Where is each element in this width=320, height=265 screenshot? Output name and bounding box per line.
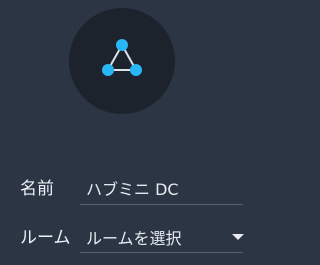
chevron-down-icon[interactable] [232, 234, 244, 240]
room-select-placeholder: ルームを選択 [86, 229, 182, 248]
name-field-underline [80, 204, 243, 205]
hub-avatar [69, 8, 175, 114]
room-label: ルーム [20, 228, 71, 248]
name-field[interactable]: ハブミニ DC [86, 180, 179, 200]
name-label: 名前 [20, 179, 54, 199]
room-field-underline [80, 252, 243, 253]
triangle-network-icon [102, 39, 142, 76]
hub-settings-screen: 名前 ハブミニ DC ルーム ルームを選択 [0, 0, 260, 265]
